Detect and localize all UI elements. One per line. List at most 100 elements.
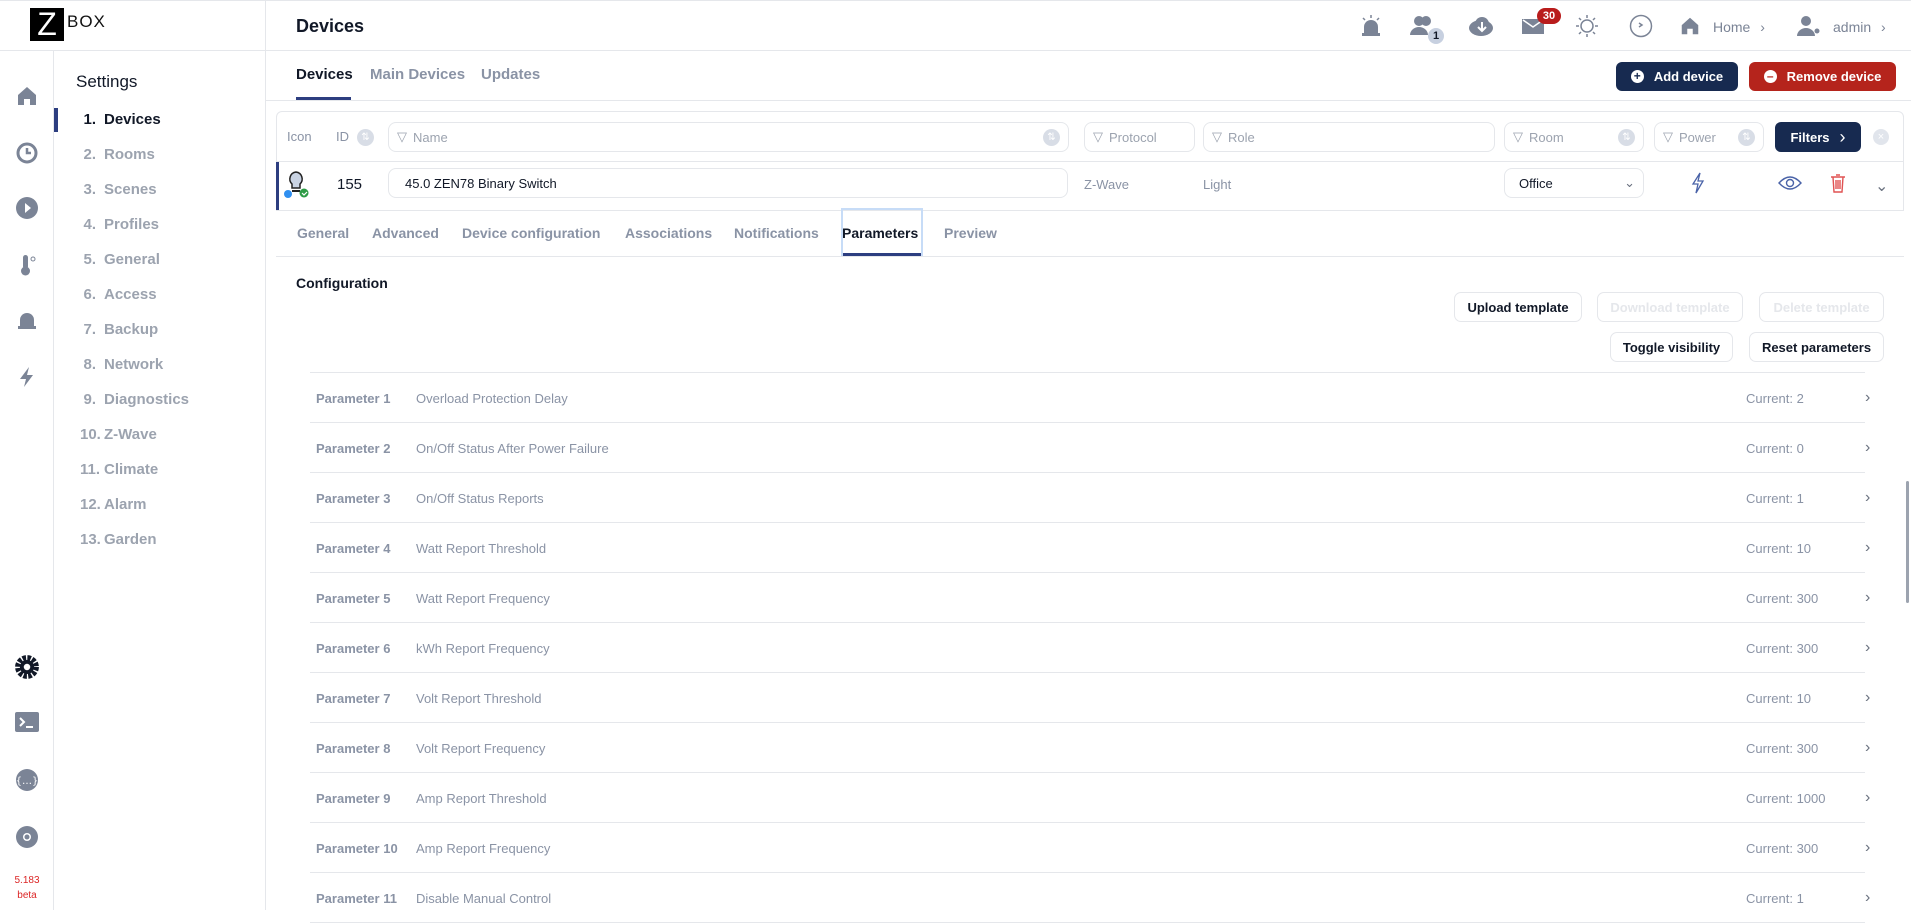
column-icon: Icon: [287, 129, 312, 144]
parameter-row[interactable]: Parameter 10 Amp Report Frequency Current:…: [310, 823, 1870, 873]
sidebar-item-alarm[interactable]: 12. Alarm: [80, 496, 147, 513]
sidebar-item-general[interactable]: 5. General: [80, 251, 159, 268]
sidebar-item-scenes[interactable]: 3. Scenes: [80, 181, 156, 198]
parameter-row[interactable]: Parameter 7 Volt Report Threshold Current:…: [310, 673, 1870, 723]
subtab-advanced[interactable]: Advanced: [372, 225, 439, 241]
sort-id-icon[interactable]: ⇅: [357, 129, 374, 146]
parameter-row[interactable]: Parameter 6 kWh Report Frequency Current: …: [310, 623, 1870, 673]
parameter-row[interactable]: Parameter 1 Overload Protection Delay Curr…: [310, 373, 1870, 423]
reset-parameters-button[interactable]: Reset parameters: [1749, 332, 1884, 362]
parameter-row[interactable]: Parameter 5 Watt Report Frequency Current:…: [310, 573, 1870, 623]
protocol-filter-input[interactable]: ▽ Protocol: [1084, 122, 1195, 152]
sidebar-item-rooms[interactable]: 2. Rooms: [80, 146, 154, 163]
chevron-right-icon[interactable]: ›: [1865, 439, 1870, 457]
terminal-icon[interactable]: [13, 709, 41, 737]
remove-device-label: Remove device: [1786, 69, 1882, 84]
chevron-right-icon[interactable]: ›: [1865, 839, 1870, 857]
sort-icon[interactable]: ⇅: [1618, 128, 1635, 146]
parameter-label: Parameter 4: [316, 541, 391, 556]
chevron-right-icon[interactable]: ›: [1865, 789, 1870, 807]
chevron-right-icon[interactable]: ›: [1865, 689, 1870, 707]
sidebar-item-access[interactable]: 6. Access: [80, 286, 156, 303]
toggle-visibility-button[interactable]: Toggle visibility: [1610, 332, 1733, 362]
parameter-name: kWh Report Frequency: [416, 641, 550, 656]
sidebar-item-z-wave[interactable]: 10. Z-Wave: [80, 426, 157, 443]
chevron-right-icon[interactable]: ›: [1865, 889, 1870, 907]
room-filter-input[interactable]: ▽ Room ⇅: [1504, 122, 1644, 152]
room-select[interactable]: Office ⌄: [1504, 168, 1644, 198]
sort-icon[interactable]: ⇅: [1043, 128, 1060, 146]
subtab-general[interactable]: General: [297, 225, 349, 241]
filters-button[interactable]: Filters ›: [1775, 122, 1861, 152]
parameter-row[interactable]: Parameter 11 Disable Manual Control Curren…: [310, 873, 1870, 923]
scrollbar[interactable]: [1906, 481, 1909, 603]
sidebar-item-network[interactable]: 8. Network: [80, 356, 163, 373]
name-filter-input[interactable]: ▽ Name ⇅: [388, 122, 1069, 152]
add-device-button[interactable]: + Add device: [1616, 62, 1738, 91]
remove-device-button[interactable]: – Remove device: [1749, 62, 1896, 91]
sidebar-item-backup[interactable]: 7. Backup: [80, 321, 158, 338]
subtab-device-configuration[interactable]: Device configuration: [462, 225, 600, 241]
sidebar-item-profiles[interactable]: 4. Profiles: [80, 216, 159, 233]
home-link[interactable]: Home ›: [1713, 19, 1765, 35]
parameter-row[interactable]: Parameter 3 On/Off Status Reports Current:…: [310, 473, 1870, 523]
sidebar-item-devices[interactable]: 1. Devices: [80, 111, 160, 128]
delete-template-button[interactable]: Delete template: [1759, 292, 1884, 322]
chevron-right-icon[interactable]: ›: [1865, 539, 1870, 557]
timer-icon[interactable]: [13, 138, 41, 166]
item-label: Profiles: [104, 216, 160, 233]
parameter-row[interactable]: Parameter 4 Watt Report Threshold Current:…: [310, 523, 1870, 573]
chevron-right-icon[interactable]: ›: [1865, 389, 1870, 407]
trash-icon[interactable]: [1830, 173, 1846, 198]
tab-main-devices[interactable]: Main Devices: [370, 66, 465, 83]
room-value: Office: [1519, 175, 1553, 191]
alarm-siren-icon[interactable]: [1356, 12, 1386, 40]
eye-icon[interactable]: [1778, 176, 1802, 195]
home-icon[interactable]: [13, 82, 41, 110]
parameter-label: Parameter 5: [316, 591, 391, 606]
cloud-download-icon[interactable]: [1466, 12, 1496, 40]
chevron-right-icon[interactable]: ›: [1865, 589, 1870, 607]
users-icon[interactable]: 1: [1408, 12, 1444, 44]
subtab-notifications[interactable]: Notifications: [734, 225, 819, 241]
parameter-label: Parameter 10: [316, 841, 398, 856]
sidebar-item-garden[interactable]: 13. Garden: [80, 531, 157, 548]
mail-icon[interactable]: 30: [1519, 8, 1561, 40]
tab-updates[interactable]: Updates: [481, 66, 540, 83]
parameter-row[interactable]: Parameter 2 On/Off Status After Power Fai…: [310, 423, 1870, 473]
item-number: 13.: [80, 531, 101, 548]
upload-template-button[interactable]: Upload template: [1454, 292, 1582, 322]
api-icon[interactable]: {…}: [13, 766, 41, 794]
admin-menu[interactable]: admin ›: [1833, 19, 1886, 35]
parameter-row[interactable]: Parameter 9 Amp Report Threshold Current: …: [310, 773, 1870, 823]
home-header-icon[interactable]: [1675, 12, 1705, 40]
power-lightning-icon[interactable]: [1690, 172, 1706, 199]
role-filter-input[interactable]: ▽ Role: [1203, 122, 1495, 152]
lightning-icon[interactable]: [13, 363, 41, 391]
parameter-row[interactable]: Parameter 8 Volt Report Frequency Current:…: [310, 723, 1870, 773]
expand-chevron-icon[interactable]: ⌄: [1875, 176, 1888, 196]
gear-icon[interactable]: [13, 653, 41, 681]
scenes-play-icon[interactable]: [13, 194, 41, 222]
alarm-icon[interactable]: [13, 305, 41, 333]
brightness-icon[interactable]: [1572, 12, 1602, 40]
device-name-input[interactable]: 45.0 ZEN78 Binary Switch: [388, 168, 1068, 198]
device-role: Light: [1203, 177, 1232, 192]
admin-user-icon[interactable]: [1794, 12, 1824, 40]
sidebar-item-climate[interactable]: 11. Climate: [80, 461, 158, 478]
power-filter-input[interactable]: ▽ Power ⇅: [1654, 122, 1764, 152]
chevron-right-icon[interactable]: ›: [1865, 489, 1870, 507]
chevron-right-icon[interactable]: ›: [1865, 739, 1870, 757]
subtab-preview[interactable]: Preview: [944, 225, 997, 241]
tab-devices[interactable]: Devices: [296, 66, 353, 83]
item-label: Garden: [104, 531, 157, 548]
sidebar-item-diagnostics[interactable]: 9. Diagnostics: [80, 391, 189, 408]
subtab-associations[interactable]: Associations: [625, 225, 712, 241]
chevron-right-icon[interactable]: ›: [1865, 639, 1870, 657]
download-template-button[interactable]: Download template: [1597, 292, 1743, 322]
support-lifebuoy-icon[interactable]: [13, 823, 41, 851]
thermometer-icon[interactable]: [13, 251, 41, 279]
terminal-circle-icon[interactable]: [1626, 12, 1656, 40]
sort-icon[interactable]: ⇅: [1738, 128, 1755, 146]
clear-filters-icon[interactable]: ×: [1873, 129, 1889, 145]
